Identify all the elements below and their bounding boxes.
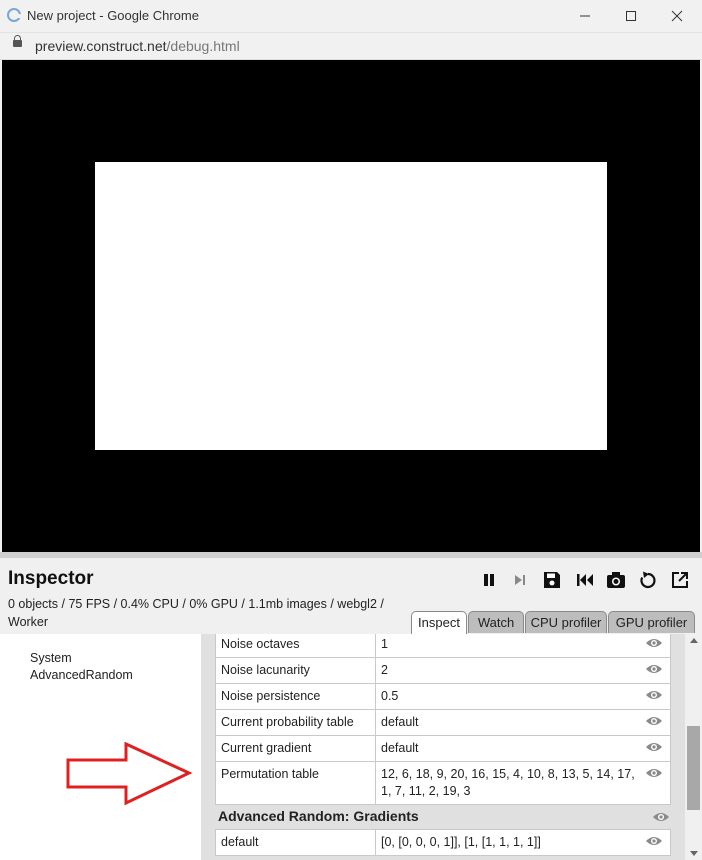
url-text[interactable]: preview.construct.net/debug.html <box>35 38 240 54</box>
table-row: Current probability table default <box>215 709 671 736</box>
property-key: Noise octaves <box>215 634 376 658</box>
tab-gpu-profiler[interactable]: GPU profiler <box>608 611 695 633</box>
eye-icon[interactable] <box>645 663 663 675</box>
url-path: /debug.html <box>166 38 240 54</box>
property-value: 12, 6, 18, 9, 20, 16, 15, 4, 10, 8, 13, … <box>381 767 635 798</box>
maximize-icon <box>626 11 636 21</box>
inspector-stats: 0 objects / 75 FPS / 0.4% CPU / 0% GPU /… <box>8 595 398 631</box>
table-row: default [0, [0, 0, 0, 1]], [1, [1, 1, 1,… <box>215 829 671 856</box>
eye-icon[interactable] <box>645 741 663 753</box>
step-button[interactable] <box>509 570 531 590</box>
save-icon <box>544 572 560 588</box>
property-value: [0, [0, 0, 0, 1]], [1, [1, 1, 1, 1]] <box>381 835 541 849</box>
property-value-cell: 2 <box>375 657 671 684</box>
window-title: New project - Google Chrome <box>27 8 199 23</box>
chrome-app-icon <box>7 8 22 22</box>
scroll-thumb[interactable] <box>687 726 700 810</box>
table-row: Noise octaves 1 <box>215 634 671 658</box>
scroll-up-icon[interactable] <box>690 638 698 643</box>
close-icon <box>671 10 683 22</box>
property-value: default <box>381 741 419 755</box>
popout-button[interactable] <box>669 570 691 590</box>
property-key: Current gradient <box>215 735 376 762</box>
property-key: Permutation table <box>215 761 376 805</box>
restart-button[interactable] <box>574 570 596 590</box>
stats-line-2: Worker <box>8 615 49 629</box>
object-list: System AdvancedRandom <box>30 650 133 684</box>
properties-scrollbar[interactable] <box>685 634 702 860</box>
property-key: default <box>215 829 376 856</box>
game-viewport[interactable] <box>2 60 700 552</box>
screenshot-button[interactable] <box>605 570 627 590</box>
eye-icon[interactable] <box>645 715 663 727</box>
tree-item-system[interactable]: System <box>30 650 133 667</box>
restart-icon <box>577 574 593 586</box>
debugger-toolbar <box>478 570 698 590</box>
pause-button[interactable] <box>478 570 500 590</box>
maximize-button[interactable] <box>608 0 654 32</box>
section-title: Advanced Random: Gradients <box>218 808 419 824</box>
minimize-button[interactable] <box>562 0 608 32</box>
tab-cpu-profiler[interactable]: CPU profiler <box>525 611 607 633</box>
red-arrow-annotation <box>66 742 192 806</box>
property-key: Noise lacunarity <box>215 657 376 684</box>
inspector-title: Inspector <box>8 568 94 589</box>
reload-button[interactable] <box>637 570 659 590</box>
close-button[interactable] <box>654 0 700 32</box>
pause-icon <box>484 574 494 586</box>
tab-inspect[interactable]: Inspect <box>411 611 467 634</box>
scroll-down-icon[interactable] <box>690 851 698 856</box>
popout-icon <box>672 572 688 588</box>
inspector-panel: Inspector 0 objects / 75 FPS / 0.4% CPU … <box>0 558 702 860</box>
property-value-cell: 1 <box>375 634 671 658</box>
properties-table: Noise octaves 1 Noise lacunarity 2 Noise… <box>215 634 671 805</box>
game-canvas[interactable] <box>95 162 607 450</box>
screenshot-icon <box>607 572 625 588</box>
property-value-cell: 0.5 <box>375 683 671 710</box>
property-value-cell: [0, [0, 0, 0, 1]], [1, [1, 1, 1, 1]] <box>375 829 671 856</box>
step-icon <box>515 575 525 585</box>
property-value: 1 <box>381 637 388 651</box>
property-value-cell: default <box>375 735 671 762</box>
gradients-table: default [0, [0, 0, 0, 1]], [1, [1, 1, 1,… <box>215 829 671 856</box>
eye-icon[interactable] <box>645 835 663 847</box>
minimize-icon <box>580 15 590 17</box>
property-value: 2 <box>381 663 388 677</box>
table-row: Permutation table 12, 6, 18, 9, 20, 16, … <box>215 761 671 805</box>
address-bar[interactable]: preview.construct.net/debug.html <box>0 33 702 60</box>
eye-icon[interactable] <box>645 689 663 701</box>
table-row: Current gradient default <box>215 735 671 762</box>
eye-icon[interactable] <box>645 767 663 779</box>
properties-pane: Noise octaves 1 Noise lacunarity 2 Noise… <box>201 634 685 860</box>
url-host: preview.construct.net <box>35 38 167 54</box>
property-key: Noise persistence <box>215 683 376 710</box>
property-key: Current probability table <box>215 709 376 736</box>
tab-watch[interactable]: Watch <box>468 611 524 633</box>
property-value: 0.5 <box>381 689 399 703</box>
lock-icon <box>13 35 22 47</box>
title-bar: New project - Google Chrome <box>0 0 702 33</box>
stats-line-1: 0 objects / 75 FPS / 0.4% CPU / 0% GPU /… <box>8 597 384 611</box>
eye-icon[interactable] <box>645 637 663 649</box>
property-value-cell: 12, 6, 18, 9, 20, 16, 15, 4, 10, 8, 13, … <box>375 761 671 805</box>
section-eye-icon[interactable] <box>652 811 670 823</box>
tree-item-advancedrandom[interactable]: AdvancedRandom <box>30 667 133 684</box>
reload-icon <box>640 571 656 589</box>
table-row: Noise persistence 0.5 <box>215 683 671 710</box>
property-value-cell: default <box>375 709 671 736</box>
property-value: default <box>381 715 419 729</box>
save-button[interactable] <box>541 570 563 590</box>
table-row: Noise lacunarity 2 <box>215 657 671 684</box>
